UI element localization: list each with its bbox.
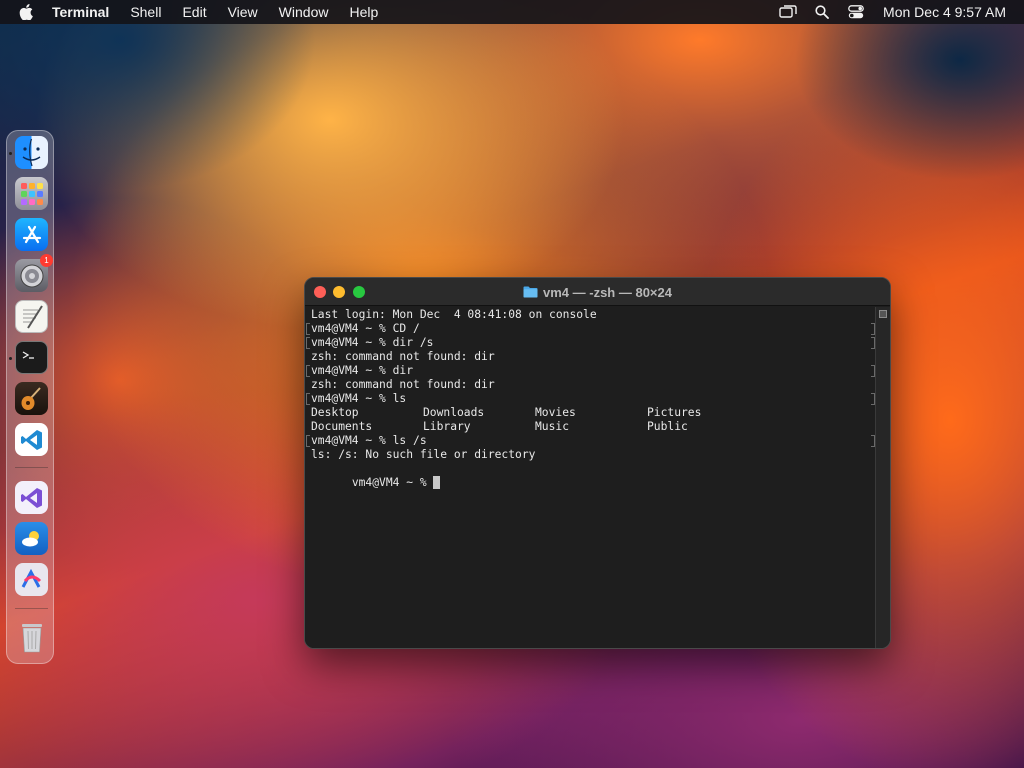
terminal-prompt-line[interactable]: vm4@VM4 ~ % <box>311 462 441 489</box>
ls-entry: Desktop <box>311 406 359 419</box>
terminal-window: vm4 — -zsh — 80×24 Last login: Mon Dec 4… <box>304 277 891 649</box>
dock-separator <box>15 467 48 468</box>
menu-edit[interactable]: Edit <box>182 4 206 20</box>
terminal-output[interactable]: Last login: Mon Dec 4 08:41:08 on consol… <box>305 307 875 648</box>
terminal-line: vm4@VM4 ~ % ls /s <box>311 434 427 447</box>
terminal-line: vm4@VM4 ~ % CD / <box>311 322 420 335</box>
creative-app-icon[interactable] <box>15 563 48 596</box>
ls-output-row: Documents Library Music Public <box>311 420 871 434</box>
vscode-icon[interactable] <box>15 423 48 456</box>
garageband-icon[interactable] <box>15 382 48 415</box>
trash-icon[interactable] <box>15 621 48 654</box>
menu-window[interactable]: Window <box>279 4 329 20</box>
text-cursor <box>433 476 441 489</box>
dock: 1 <box>6 130 54 664</box>
vertical-scrollbar[interactable] <box>875 307 890 648</box>
terminal-line: zsh: command not found: dir <box>311 378 495 391</box>
finder-icon[interactable] <box>15 136 48 169</box>
textedit-icon[interactable] <box>15 300 48 333</box>
scroll-marks-icon[interactable] <box>879 310 887 318</box>
ls-entry: Documents <box>311 420 373 433</box>
apple-menu-icon[interactable] <box>16 2 36 22</box>
system-settings-icon[interactable]: 1 <box>15 254 53 292</box>
folder-icon <box>523 286 538 298</box>
menu-bar-clock[interactable]: Mon Dec 4 9:57 AM <box>883 4 1006 20</box>
menu-help[interactable]: Help <box>349 4 378 20</box>
window-title-bar[interactable]: vm4 — -zsh — 80×24 <box>305 278 890 306</box>
dock-separator <box>15 608 48 609</box>
spotlight-search-icon[interactable] <box>811 1 833 23</box>
ls-output-row: Desktop Downloads Movies Pictures <box>311 406 871 420</box>
prompt-mark-left <box>306 393 310 405</box>
ls-entry: Public <box>647 420 688 433</box>
terminal-line: vm4@VM4 ~ % dir <box>311 364 414 377</box>
screen-mirroring-icon[interactable] <box>777 1 799 23</box>
menu-view[interactable]: View <box>228 4 258 20</box>
ls-entry: Pictures <box>647 406 702 419</box>
ls-entry: Movies <box>535 406 576 419</box>
terminal-line: zsh: command not found: dir <box>311 350 495 363</box>
launchpad-icon[interactable] <box>15 177 48 210</box>
terminal-line: ls: /s: No such file or directory <box>311 448 536 461</box>
prompt-mark-left <box>306 337 310 349</box>
terminal-line: vm4@VM4 ~ % dir /s <box>311 336 434 349</box>
terminal-icon[interactable] <box>15 341 48 374</box>
menu-bar: Terminal Shell Edit View Window Help Mon… <box>0 0 1024 24</box>
running-indicator <box>9 152 12 155</box>
window-title: vm4 — -zsh — 80×24 <box>543 284 672 300</box>
app-store-icon[interactable] <box>15 218 48 251</box>
ls-entry: Music <box>535 420 570 433</box>
notification-badge: 1 <box>40 254 53 267</box>
prompt-mark-left <box>306 365 310 377</box>
ls-entry: Downloads <box>423 406 485 419</box>
terminal-prompt: vm4@VM4 ~ % <box>351 476 434 489</box>
running-indicator <box>9 357 12 360</box>
weather-icon[interactable] <box>15 522 48 555</box>
menu-shell[interactable]: Shell <box>130 4 161 20</box>
visual-studio-icon[interactable] <box>15 481 48 514</box>
ls-entry: Library <box>423 420 471 433</box>
prompt-mark-left <box>306 323 310 335</box>
terminal-line: Last login: Mon Dec 4 08:41:08 on consol… <box>311 308 597 321</box>
menu-app-name[interactable]: Terminal <box>52 4 109 20</box>
control-center-icon[interactable] <box>845 1 867 23</box>
terminal-line: vm4@VM4 ~ % ls <box>311 392 407 405</box>
prompt-mark-left <box>306 435 310 447</box>
